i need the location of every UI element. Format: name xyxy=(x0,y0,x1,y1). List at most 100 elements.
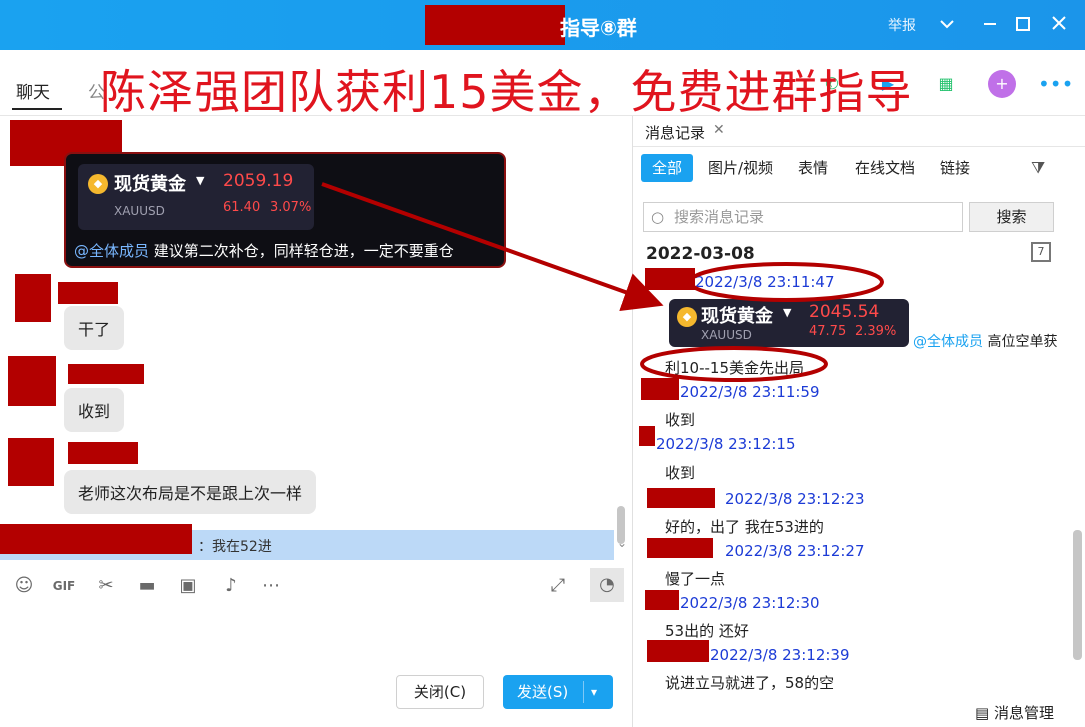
expand-icon[interactable]: ⤢ xyxy=(545,574,571,598)
redacted-block xyxy=(639,426,655,446)
announcement-text: @全体成员 建议第二次补仓，同样轻仓进，一定不要重仓 xyxy=(74,240,454,261)
apps-icon[interactable]: ▦ xyxy=(932,70,960,98)
record-text: 好的，出了 我在53进的 xyxy=(665,518,824,536)
message-management-label: 消息管理 xyxy=(993,704,1054,722)
scissors-icon[interactable]: ✂ xyxy=(93,574,119,598)
panel-close-icon[interactable]: ✕ xyxy=(713,122,725,138)
avatar[interactable] xyxy=(15,274,51,322)
redacted-block xyxy=(645,590,679,610)
quote-name: 现货黄金 xyxy=(701,306,773,327)
record-time: 2022/3/8 23:12:39 xyxy=(710,646,850,664)
report-link[interactable]: 举报 xyxy=(888,15,916,35)
title-bar: 指导⑧群 举报 xyxy=(0,0,1085,50)
add-icon[interactable]: + xyxy=(988,70,1016,98)
send-button[interactable]: 发送(S) ▾ xyxy=(503,675,613,709)
record-text: 53出的 还好 xyxy=(665,622,749,640)
tab-chat[interactable]: 聊天 xyxy=(16,78,50,103)
search-input[interactable]: 搜索消息记录 xyxy=(643,202,963,232)
quote-change: 61.40 xyxy=(223,200,261,215)
redacted-block xyxy=(647,538,713,558)
history-icon[interactable]: ◔ xyxy=(590,568,624,602)
reply-preview[interactable]: ：我在52进 ⌄ xyxy=(0,524,627,560)
panel-tab-title[interactable]: 消息记录 xyxy=(645,122,705,143)
filter-all[interactable]: 全部 xyxy=(641,154,694,182)
record-time: 2022/3/8 23:11:59 xyxy=(680,383,820,401)
redacted-block xyxy=(645,268,695,290)
filter-icon[interactable]: ⧩ xyxy=(1031,158,1045,178)
gold-coin-icon: ◆ xyxy=(677,307,697,327)
announcement-body: 建议第二次补仓，同样轻仓进，一定不要重仓 xyxy=(149,242,454,260)
record-text: 说进立马就进了，58的空 xyxy=(665,674,835,692)
quote-price: 2045.54 xyxy=(809,302,880,322)
gold-quote-card[interactable]: ◆ 现货黄金 ▼ 2045.54 XAUUSD 47.75 2.39% xyxy=(669,299,909,347)
send-options-icon[interactable]: ▾ xyxy=(591,675,597,709)
promo-banner: 陈泽强团队获利15美金，免费进群指导 xyxy=(100,65,913,119)
image-icon[interactable]: ▣ xyxy=(175,574,201,598)
record-text: 利10--15美金先出局 xyxy=(665,359,804,377)
message-bubble[interactable]: 收到 xyxy=(64,388,125,432)
divider xyxy=(583,681,584,703)
folder-icon[interactable]: ▬ xyxy=(134,574,160,598)
filter-docs[interactable]: 在线文档 xyxy=(844,154,926,182)
minimize-icon[interactable] xyxy=(977,10,1003,38)
search-button[interactable]: 搜索 xyxy=(969,202,1054,232)
quote-code: XAUUSD xyxy=(114,204,165,218)
record-time: 2022/3/8 23:12:30 xyxy=(680,594,820,612)
quote-caption: @全体成员 高位空单获 xyxy=(913,331,1057,351)
close-icon[interactable] xyxy=(1046,10,1072,38)
mention-all[interactable]: @全体成员 xyxy=(74,242,149,260)
record-time: 2022/3/8 23:12:15 xyxy=(656,435,796,453)
search-icon: ○ xyxy=(651,208,665,226)
filter-media[interactable]: 图片/视频 xyxy=(697,154,784,182)
message-bubble[interactable]: 干了 xyxy=(64,306,125,350)
avatar[interactable] xyxy=(8,438,54,486)
caret-down-icon: ▼ xyxy=(783,306,792,319)
message-history-panel: 消息记录 ✕ 全部 图片/视频 表情 在线文档 链接 ⧩ 搜索消息记录 ○ 搜索… xyxy=(632,116,1085,727)
mention-all[interactable]: @全体成员 xyxy=(913,334,983,350)
redacted-block xyxy=(647,640,709,662)
collapse-icon[interactable]: ⌄ xyxy=(617,536,627,550)
redacted-block xyxy=(68,442,138,464)
maximize-icon[interactable] xyxy=(1010,10,1036,38)
more-tools-icon[interactable]: ⋯ xyxy=(258,574,284,598)
message-bubble[interactable]: 老师这次布局是不是跟上次一样 xyxy=(64,470,317,514)
calendar-icon[interactable]: 7 xyxy=(1031,242,1051,262)
record-text: 慢了一点 xyxy=(665,570,726,588)
record-time: 2022/3/8 23:12:23 xyxy=(725,490,865,508)
message-management-icon: ▤ xyxy=(975,704,990,722)
record-text: 收到 xyxy=(665,464,696,482)
panel-scrollbar[interactable] xyxy=(1073,530,1082,660)
tab-underline xyxy=(12,108,62,110)
redacted-block xyxy=(68,364,144,384)
redacted-block xyxy=(647,488,715,508)
send-label: 发送(S) xyxy=(517,683,569,701)
gif-icon[interactable]: GIF xyxy=(51,574,77,598)
chat-area: ◆ 现货黄金 ▼ 2059.19 XAUUSD 61.40 3.07% @全体成… xyxy=(0,116,632,560)
close-button[interactable]: 关闭(C) xyxy=(396,675,484,709)
record-text: 收到 xyxy=(665,411,696,429)
record-time: 2022/3/8 23:11:47 xyxy=(695,273,835,291)
quote-name: 现货黄金 xyxy=(114,174,186,195)
more-icon[interactable]: ••• xyxy=(1038,70,1073,98)
quote-change: 47.75 xyxy=(809,324,847,339)
emoji-icon[interactable]: ☺ xyxy=(11,574,37,598)
avatar[interactable] xyxy=(8,356,56,406)
date-header: 2022-03-08 xyxy=(646,244,755,264)
caret-down-icon: ▼ xyxy=(196,174,205,187)
filter-links[interactable]: 链接 xyxy=(929,154,981,182)
gold-quote-card[interactable]: ◆ 现货黄金 ▼ 2059.19 XAUUSD 61.40 3.07% xyxy=(78,164,314,230)
bell-icon[interactable]: ♪ xyxy=(218,574,244,598)
filter-emoji[interactable]: 表情 xyxy=(787,154,839,182)
quote-caption-text: 高位空单获 xyxy=(983,334,1058,350)
input-toolbar: ☺ GIF ✂ ▬ ▣ ♪ ⋯ ⤢ ◔ xyxy=(0,560,632,610)
gold-coin-icon: ◆ xyxy=(88,174,108,194)
window-title: 指导⑧群 xyxy=(560,16,637,40)
redacted-block xyxy=(425,5,565,45)
announcement-message[interactable]: ◆ 现货黄金 ▼ 2059.19 XAUUSD 61.40 3.07% @全体成… xyxy=(64,152,506,268)
message-management[interactable]: ▤ 消息管理 xyxy=(975,702,1054,723)
chevron-down-icon[interactable] xyxy=(934,10,960,38)
quote-code: XAUUSD xyxy=(701,328,752,342)
redacted-block xyxy=(58,282,118,304)
quote-change-pct: 3.07% xyxy=(270,200,312,215)
redacted-block xyxy=(0,524,192,554)
